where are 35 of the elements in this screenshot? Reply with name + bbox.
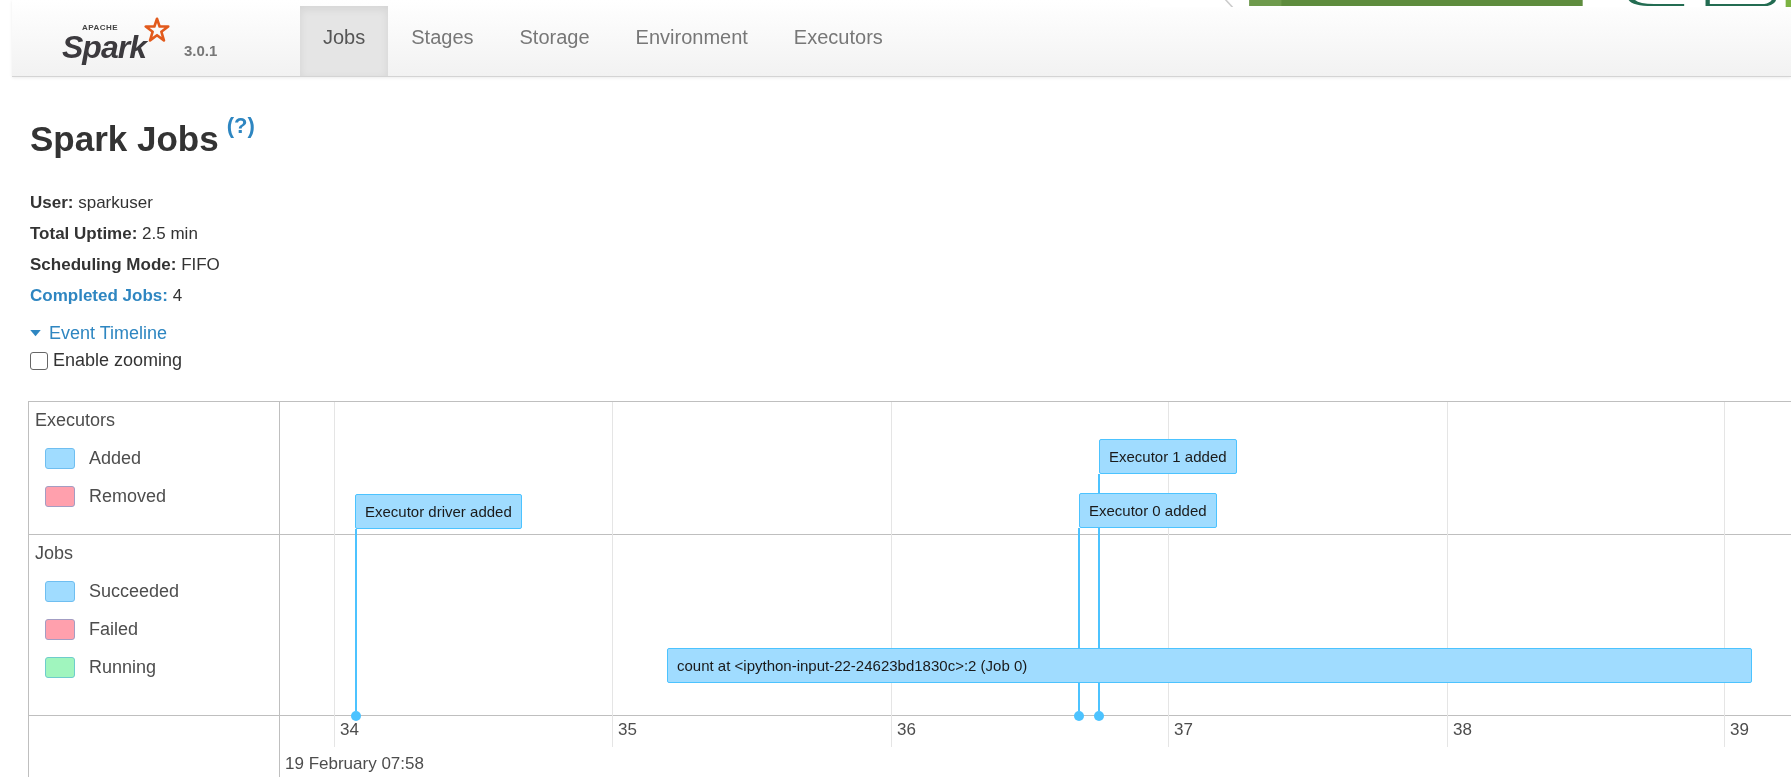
- group-title: Jobs: [35, 543, 75, 564]
- timeline-event[interactable]: Executor 1 added: [1099, 439, 1237, 474]
- summary-line: User: sparkuser: [30, 192, 154, 214]
- axis-tick-label: 34: [340, 720, 359, 740]
- axis-tick-label: 36: [897, 720, 916, 740]
- axis-tick-label: 38: [1453, 720, 1472, 740]
- group-title: Executors: [35, 410, 117, 431]
- timeline-event[interactable]: Executor 0 added: [1079, 493, 1217, 528]
- version-label: 3.0.1: [183, 42, 218, 59]
- legend-label: Failed: [89, 618, 139, 640]
- nav-tab[interactable]: Jobs: [300, 6, 389, 76]
- nav-tab[interactable]: Stages: [388, 6, 497, 76]
- nav-tab[interactable]: Environment: [612, 6, 771, 76]
- legend-label: Added: [89, 447, 142, 469]
- page-title: Spark Jobs: [30, 119, 219, 159]
- legend-label: Succeeded: [89, 580, 180, 602]
- help-link[interactable]: (?): [226, 113, 255, 139]
- nav-tab[interactable]: Storage: [496, 6, 613, 76]
- checkbox[interactable]: [30, 351, 48, 370]
- event-marker[interactable]: [351, 529, 361, 721]
- summary-link[interactable]: Completed Jobs: 4: [30, 280, 1791, 311]
- legend-label: Removed: [89, 485, 167, 507]
- timeline-event[interactable]: Executor driver added: [355, 494, 522, 529]
- axis-date-label: 19 February 07:58: [285, 754, 424, 774]
- axis-tick-label: 35: [618, 720, 637, 740]
- job-bar[interactable]: count at <ipython-input-22-24623bd1830c>:2 (Job 0): [667, 648, 1752, 683]
- axis-tick-label: 37: [1174, 720, 1193, 740]
- axis-tick-label: 39: [1730, 720, 1749, 740]
- legend-label: Running: [89, 656, 157, 678]
- event-timeline-toggle[interactable]: Event Timeline: [30, 323, 168, 344]
- summary-line: Total Uptime: 2.5 min: [30, 223, 199, 245]
- zoom-checkbox[interactable]: Enable zooming: [30, 350, 1791, 371]
- caret-icon: [30, 330, 41, 337]
- summary-line: Scheduling Mode: FIFO: [30, 254, 221, 276]
- nav-tab[interactable]: Executors: [770, 6, 906, 76]
